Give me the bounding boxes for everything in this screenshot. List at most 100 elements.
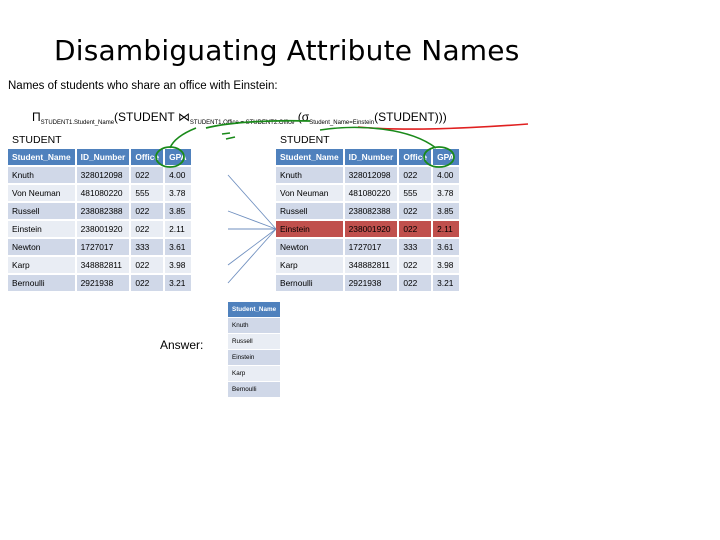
cell-gpa: 3.78	[433, 185, 459, 201]
cell-id-number: 328012098	[344, 167, 398, 183]
cell-id-number: 1727017	[344, 239, 398, 255]
table-row: Bernoulli 2921938 022 3.21	[8, 275, 191, 291]
cell-office: 022	[399, 167, 432, 183]
join-connector-lines	[227, 174, 277, 284]
cell-student-name: Knuth	[228, 318, 281, 333]
cell-student-name: Bernoulli	[228, 382, 281, 397]
connector-line	[227, 228, 277, 284]
cell-id-number: 348882811	[344, 257, 398, 273]
table-row: Knuth	[228, 318, 281, 333]
cell-gpa: 3.85	[165, 203, 191, 219]
cell-gpa: 4.00	[433, 167, 459, 183]
column-header-gpa: GPA	[165, 149, 191, 165]
cell-office: 022	[131, 257, 164, 273]
table-row: Von Neuman 481080220 555 3.78	[8, 185, 191, 201]
column-header-student-name: Student_Name	[276, 149, 343, 165]
table-header-row: Student_Name	[228, 302, 281, 317]
cell-gpa: 3.61	[165, 239, 191, 255]
table-row: Karp 348882811 022 3.98	[8, 257, 191, 273]
cell-student-name: Bernoulli	[8, 275, 75, 291]
cell-gpa: 3.85	[433, 203, 459, 219]
cell-gpa: 3.98	[165, 257, 191, 273]
left-table-label: STUDENT	[12, 134, 62, 146]
table-row: Karp	[228, 366, 281, 381]
join-subscript: STUDENT1.Office = STUDENT2.Office	[189, 120, 295, 126]
connector-line	[227, 228, 277, 266]
cell-id-number: 481080220	[76, 185, 130, 201]
cell-gpa: 3.21	[165, 275, 191, 291]
cell-student-name: Knuth	[8, 167, 75, 183]
cell-office: 022	[399, 275, 432, 291]
cell-gpa: 3.78	[165, 185, 191, 201]
column-header-id-number: ID_Number	[76, 149, 130, 165]
column-header-office: Office	[131, 149, 164, 165]
table-row: Russell 238082388 022 3.85	[8, 203, 191, 219]
cell-student-name: Karp	[8, 257, 75, 273]
table-row: Newton 1727017 333 3.61	[276, 239, 459, 255]
cell-student-name: Von Neuman	[8, 185, 75, 201]
selection-subscript: Student_Name=Einstein	[309, 120, 375, 126]
left-office-arrow-annotation	[169, 127, 197, 149]
column-header-id-number: ID_Number	[344, 149, 398, 165]
table-row: Russell	[228, 334, 281, 349]
join-symbol: ⋈	[177, 110, 190, 124]
slide-title: Disambiguating Attribute Names	[54, 34, 520, 67]
projection-subscript: STUDENT1.Student_Name	[40, 120, 115, 126]
expression-part-2: (σ	[294, 110, 310, 124]
cell-office: 022	[131, 275, 164, 291]
table-row: Newton 1727017 333 3.61	[8, 239, 191, 255]
column-header-student-name: Student_Name	[8, 149, 75, 165]
cell-student-name: Russell	[8, 203, 75, 219]
cell-gpa: 3.61	[433, 239, 459, 255]
table-row: Einstein	[228, 350, 281, 365]
cell-id-number: 328012098	[76, 167, 130, 183]
table-row: Bernoulli 2921938 022 3.21	[276, 275, 459, 291]
cell-office: 022	[131, 203, 164, 219]
cell-id-number: 238082388	[344, 203, 398, 219]
right-student-table: Student_Name ID_Number Office GPA Knuth 3280…	[274, 147, 461, 293]
column-header-student-name: Student_Name	[228, 302, 281, 317]
expression-part-1: (STUDENT	[114, 110, 178, 124]
cell-student-name: Russell	[228, 334, 281, 349]
cell-student-name: Einstein	[8, 221, 75, 237]
cell-gpa: 4.00	[165, 167, 191, 183]
cell-student-name: Karp	[276, 257, 343, 273]
projection-symbol: Π	[32, 110, 41, 124]
cell-office: 555	[131, 185, 164, 201]
cell-gpa: 2.11	[433, 221, 459, 237]
cell-id-number: 2921938	[76, 275, 130, 291]
answer-table: Student_Name Knuth Russell Einstein Karp Ber…	[227, 301, 281, 398]
right-office-arrow-annotation	[319, 126, 437, 149]
cell-id-number: 238082388	[76, 203, 130, 219]
slide-subtitle: Names of students who share an office wi…	[8, 80, 278, 92]
expression-part-3: (STUDENT)))	[374, 110, 447, 124]
cell-office: 333	[399, 239, 432, 255]
cell-student-name: Knuth	[276, 167, 343, 183]
answer-label: Answer:	[160, 338, 204, 352]
cell-student-name: Newton	[276, 239, 343, 255]
join-tick-annotation	[221, 132, 236, 140]
cell-student-name: Bernoulli	[276, 275, 343, 291]
cell-id-number: 2921938	[344, 275, 398, 291]
cell-id-number: 238001920	[76, 221, 130, 237]
table-row: Karp 348882811 022 3.98	[276, 257, 459, 273]
table-row: Russell 238082388 022 3.85	[276, 203, 459, 219]
cell-student-name: Einstein	[276, 221, 343, 237]
cell-id-number: 348882811	[76, 257, 130, 273]
cell-gpa: 3.98	[433, 257, 459, 273]
table-row: Knuth 328012098 022 4.00	[8, 167, 191, 183]
left-student-table: Student_Name ID_Number Office GPA Knuth 3280…	[6, 147, 193, 293]
cell-office: 022	[399, 221, 432, 237]
table-header-row: Student_Name ID_Number Office GPA	[276, 149, 459, 165]
cell-student-name: Einstein	[228, 350, 281, 365]
column-header-office: Office	[399, 149, 432, 165]
table-row: Einstein 238001920 022 2.11	[276, 221, 459, 237]
table-row: Bernoulli	[228, 382, 281, 397]
column-header-gpa: GPA	[433, 149, 459, 165]
relational-algebra-expression: ΠSTUDENT1.Student_Name(STUDENT ⋈STUDENT1…	[32, 110, 447, 126]
cell-student-name: Russell	[276, 203, 343, 219]
table-row: Einstein 238001920 022 2.11	[8, 221, 191, 237]
cell-id-number: 238001920	[344, 221, 398, 237]
cell-id-number: 1727017	[76, 239, 130, 255]
connector-line	[227, 174, 277, 230]
